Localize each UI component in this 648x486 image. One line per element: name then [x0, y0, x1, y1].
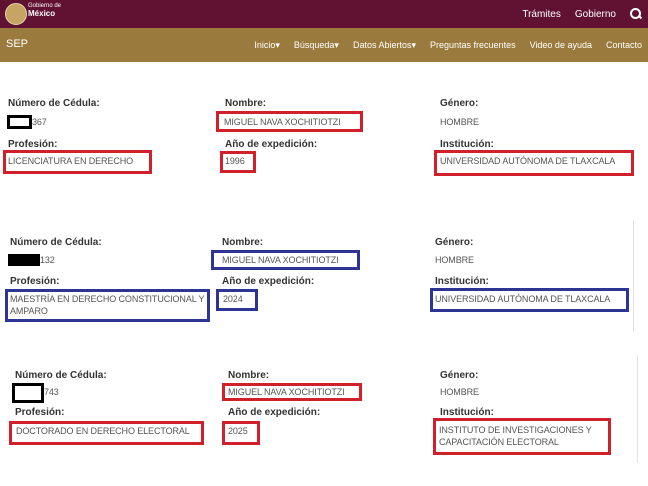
- gov-logo-line2: México: [28, 9, 56, 18]
- cedula-label: Número de Cédula:: [10, 237, 102, 248]
- gov-logo-text[interactable]: Gobierno de México: [28, 3, 68, 18]
- nav-preguntas-frecuentes[interactable]: Preguntas frecuentes: [430, 40, 516, 50]
- nombre-label: Nombre:: [228, 370, 270, 381]
- anio-label: Año de expedición:: [228, 407, 321, 418]
- cedula-label: Número de Cédula:: [8, 98, 100, 109]
- genero-value: HOMBRE: [435, 255, 474, 265]
- nav-busqueda[interactable]: Búsqueda▾: [294, 40, 339, 51]
- anio-label: Año de expedición:: [222, 276, 315, 287]
- nombre-value: MIGUEL NAVA XOCHITIOTZI: [224, 117, 341, 127]
- cedula-label: Número de Cédula:: [15, 370, 107, 381]
- nav-datos-abiertos[interactable]: Datos Abiertos▾: [353, 40, 416, 51]
- caret-down-icon: ▾: [334, 39, 339, 50]
- nav-inicio-label: Inicio: [254, 39, 276, 50]
- institucion-value: UNIVERSIDAD AUTÓNOMA DE TLAXCALA: [435, 294, 611, 304]
- nombre-value: MIGUEL NAVA XOCHITIOTZI: [222, 255, 339, 265]
- gov-nav: Trámites Gobierno: [522, 0, 642, 28]
- redaction-box: [7, 115, 32, 129]
- search-icon[interactable]: [630, 8, 642, 20]
- institucion-label: Institución:: [435, 276, 489, 287]
- cedula-value: 367: [32, 117, 47, 127]
- anio-value: 1996: [225, 156, 245, 166]
- profesion-value: LICENCIATURA EN DERECHO: [8, 156, 134, 166]
- profesion-label: Profesión:: [15, 407, 65, 418]
- cedula-value: 743: [44, 387, 59, 397]
- institucion-value: UNIVERSIDAD AUTÓNOMA DE TLAXCALA: [440, 156, 616, 166]
- redaction-box: [12, 383, 44, 403]
- record-card: Número de Cédula: 132 Profesión: MAESTRÍ…: [0, 220, 634, 332]
- profesion-value: DOCTORADO EN DERECHO ELECTORAL: [16, 426, 190, 436]
- genero-label: Género:: [435, 237, 474, 248]
- sep-header: SEP Inicio▾ Búsqueda▾ Datos Abiertos▾ Pr…: [0, 28, 648, 62]
- card-border: [633, 220, 634, 332]
- genero-value: HOMBRE: [440, 387, 479, 397]
- institucion-label: Institución:: [440, 407, 494, 418]
- genero-label: Género:: [440, 98, 479, 109]
- nav-busqueda-label: Búsqueda: [293, 39, 335, 50]
- sep-nav: Inicio▾ Búsqueda▾ Datos Abiertos▾ Pregun…: [254, 28, 642, 62]
- anio-label: Año de expedición:: [225, 139, 318, 150]
- nav-inicio[interactable]: Inicio▾: [254, 40, 280, 51]
- nav-datos-abiertos-label: Datos Abiertos: [352, 39, 412, 50]
- nombre-label: Nombre:: [222, 237, 264, 248]
- profesion-value: MAESTRÍA EN DERECHO CONSTITUCIONAL Y AMP…: [10, 294, 205, 316]
- record-card: Número de Cédula: 367 Profesión: LICENCI…: [0, 62, 648, 192]
- nav-contacto[interactable]: Contacto: [606, 40, 642, 50]
- gov-nav-tramites[interactable]: Trámites: [522, 9, 561, 20]
- record-card: Número de Cédula: 743 Profesión: DOCTORA…: [0, 355, 638, 463]
- anio-value: 2024: [223, 294, 243, 304]
- genero-label: Género:: [440, 370, 479, 381]
- gov-header: Gobierno de México Trámites Gobierno: [0, 0, 648, 28]
- institucion-value: INSTITUTO DE INVESTIGACIONES Y CAPACITAC…: [439, 425, 592, 447]
- nombre-label: Nombre:: [225, 98, 267, 109]
- caret-down-icon: ▾: [411, 39, 417, 50]
- profesion-label: Profesión:: [10, 276, 60, 287]
- redaction-box: [8, 254, 40, 266]
- profesion-label: Profesión:: [8, 139, 58, 150]
- cedula-value: 132: [40, 255, 55, 265]
- gov-nav-gobierno[interactable]: Gobierno: [575, 9, 616, 20]
- anio-value: 2025: [228, 426, 248, 436]
- gov-logo-icon[interactable]: [5, 3, 27, 25]
- nav-video-ayuda[interactable]: Video de ayuda: [530, 40, 592, 50]
- genero-value: HOMBRE: [440, 117, 479, 127]
- sep-brand[interactable]: SEP: [6, 38, 28, 50]
- nombre-value: MIGUEL NAVA XOCHITIOTZI: [228, 387, 345, 397]
- card-border: [637, 355, 638, 463]
- institucion-label: Institución:: [440, 139, 494, 150]
- caret-down-icon: ▾: [275, 39, 280, 50]
